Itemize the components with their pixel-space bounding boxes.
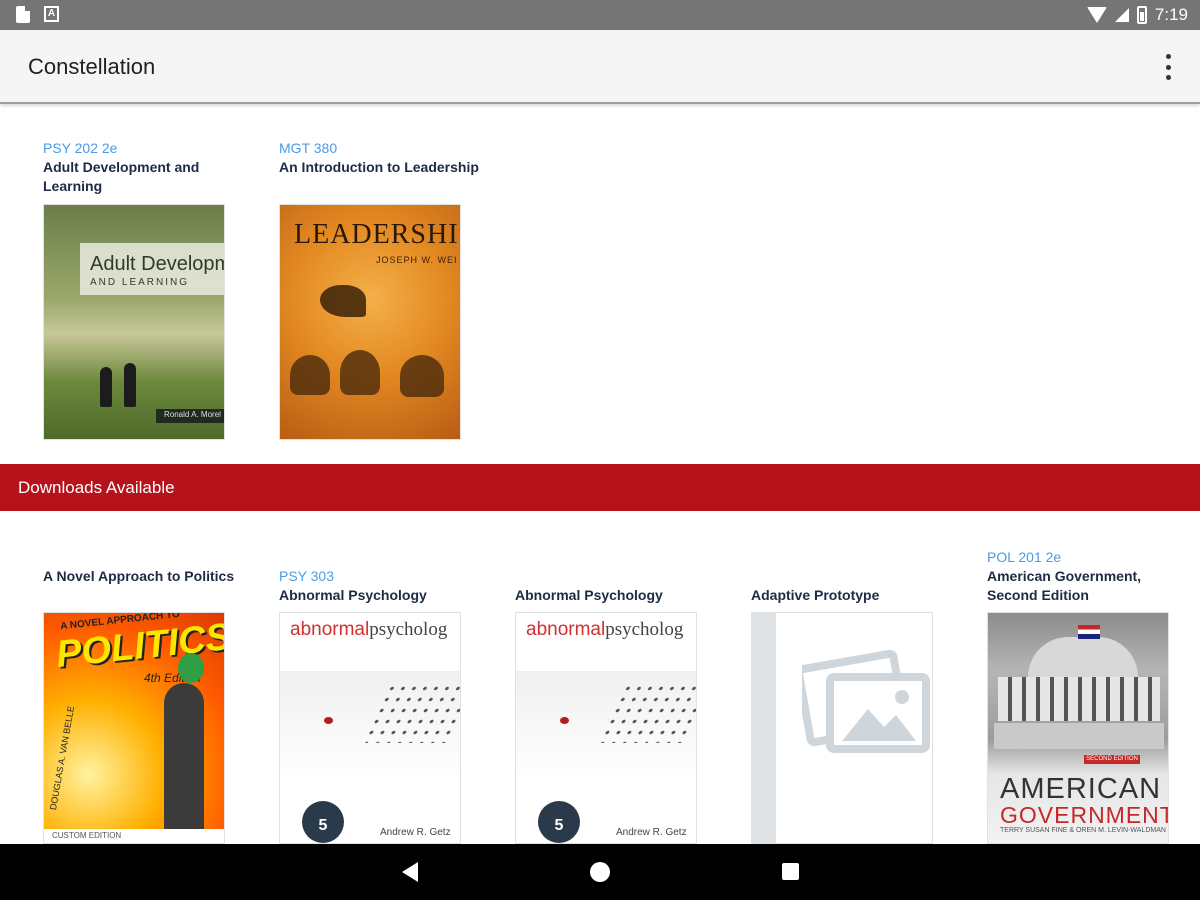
book-cover[interactable]: SECOND EDITION AMERICAN GOVERNMENT TERRY… xyxy=(987,612,1169,844)
cover-author: DOUGLAS A. VAN BELLE xyxy=(48,705,77,811)
book-card[interactable]: Abnormal Psychology xyxy=(515,567,715,605)
dsm-badge: 5 xyxy=(302,801,344,843)
book-course: PSY 303 xyxy=(279,568,335,584)
wifi-icon xyxy=(1086,7,1107,23)
cell-signal-icon xyxy=(1114,8,1129,22)
dsm-badge: 5 xyxy=(538,801,580,843)
cover-author: Ronald A. Morel xyxy=(164,410,221,419)
book-course xyxy=(515,567,715,586)
cover-author: Andrew R. Getz xyxy=(380,827,451,838)
cover-author: Andrew R. Getz xyxy=(616,827,687,838)
recent-apps-icon[interactable] xyxy=(782,863,799,880)
cover-title-2: GOVERNMENT xyxy=(1000,802,1169,828)
cover-author: JOSEPH W. WEI xyxy=(376,255,458,265)
app-title: Constellation xyxy=(28,54,156,79)
image-placeholder-icon xyxy=(794,643,932,758)
cover-edition: SECOND EDITION xyxy=(1084,755,1140,764)
book-cover[interactable] xyxy=(751,612,933,844)
navigation-bar xyxy=(0,844,1200,900)
book-title: An Introduction to Leadership xyxy=(279,159,479,175)
book-course: PSY 202 2e xyxy=(43,140,118,156)
book-course: MGT 380 xyxy=(279,140,338,156)
book-card[interactable]: MGT 380 An Introduction to Leadership xyxy=(279,139,479,177)
status-time: 7:19 xyxy=(1154,5,1188,24)
book-title: Adult Development and Learning xyxy=(43,159,200,194)
app-bar: Constellation xyxy=(0,30,1200,104)
overflow-menu-icon[interactable] xyxy=(1162,54,1174,80)
book-cover[interactable]: Adult Development AND LEARNING Ronald A.… xyxy=(43,204,225,440)
book-title: Adaptive Prototype xyxy=(751,587,880,603)
book-card[interactable]: A Novel Approach to Politics xyxy=(43,567,243,586)
book-card[interactable]: PSY 303 Abnormal Psychology xyxy=(279,567,479,605)
cover-word2: psycholog xyxy=(605,619,684,640)
book-card[interactable]: POL 201 2e American Government, Second E… xyxy=(987,548,1187,605)
book-title: Abnormal Psychology xyxy=(515,587,663,603)
cover-footer: CUSTOM EDITION xyxy=(44,829,224,843)
book-card[interactable]: Adaptive Prototype xyxy=(751,567,951,605)
book-card[interactable]: PSY 202 2e Adult Development and Learnin… xyxy=(43,139,243,196)
book-title: American Government, Second Edition xyxy=(987,568,1142,603)
cover-author: TERRY SUSAN FINE & OREN M. LEVIN-WALDMAN xyxy=(1000,827,1166,834)
book-course xyxy=(751,567,951,586)
cover-word1: abnormal xyxy=(290,619,370,640)
notification-a-icon: A xyxy=(44,6,59,22)
cover-word1: abnormal xyxy=(526,619,606,640)
sd-card-icon xyxy=(16,6,30,23)
cover-subtitle: AND LEARNING xyxy=(90,277,190,288)
downloads-available-banner: Downloads Available xyxy=(0,464,1200,511)
home-icon[interactable] xyxy=(590,862,610,882)
book-course: POL 201 2e xyxy=(987,549,1062,565)
status-bar: A 7:19 xyxy=(0,0,1200,30)
cover-title: Adult Development xyxy=(90,253,224,275)
book-cover[interactable]: abnormalpsycholog 5 Andrew R. Getz xyxy=(279,612,461,844)
book-cover[interactable]: abnormalpsycholog 5 Andrew R. Getz xyxy=(515,612,697,844)
book-cover[interactable]: LEADERSHI JOSEPH W. WEI xyxy=(279,204,461,440)
book-title: A Novel Approach to Politics xyxy=(43,568,235,584)
cover-title: LEADERSHI xyxy=(294,219,459,250)
cover-word2: psycholog xyxy=(369,619,448,640)
back-icon[interactable] xyxy=(402,862,418,882)
book-title: Abnormal Psychology xyxy=(279,587,427,603)
book-cover[interactable]: A NOVEL APPROACH TO POLITICS 4th Edition… xyxy=(43,612,225,844)
battery-icon xyxy=(1136,6,1147,24)
